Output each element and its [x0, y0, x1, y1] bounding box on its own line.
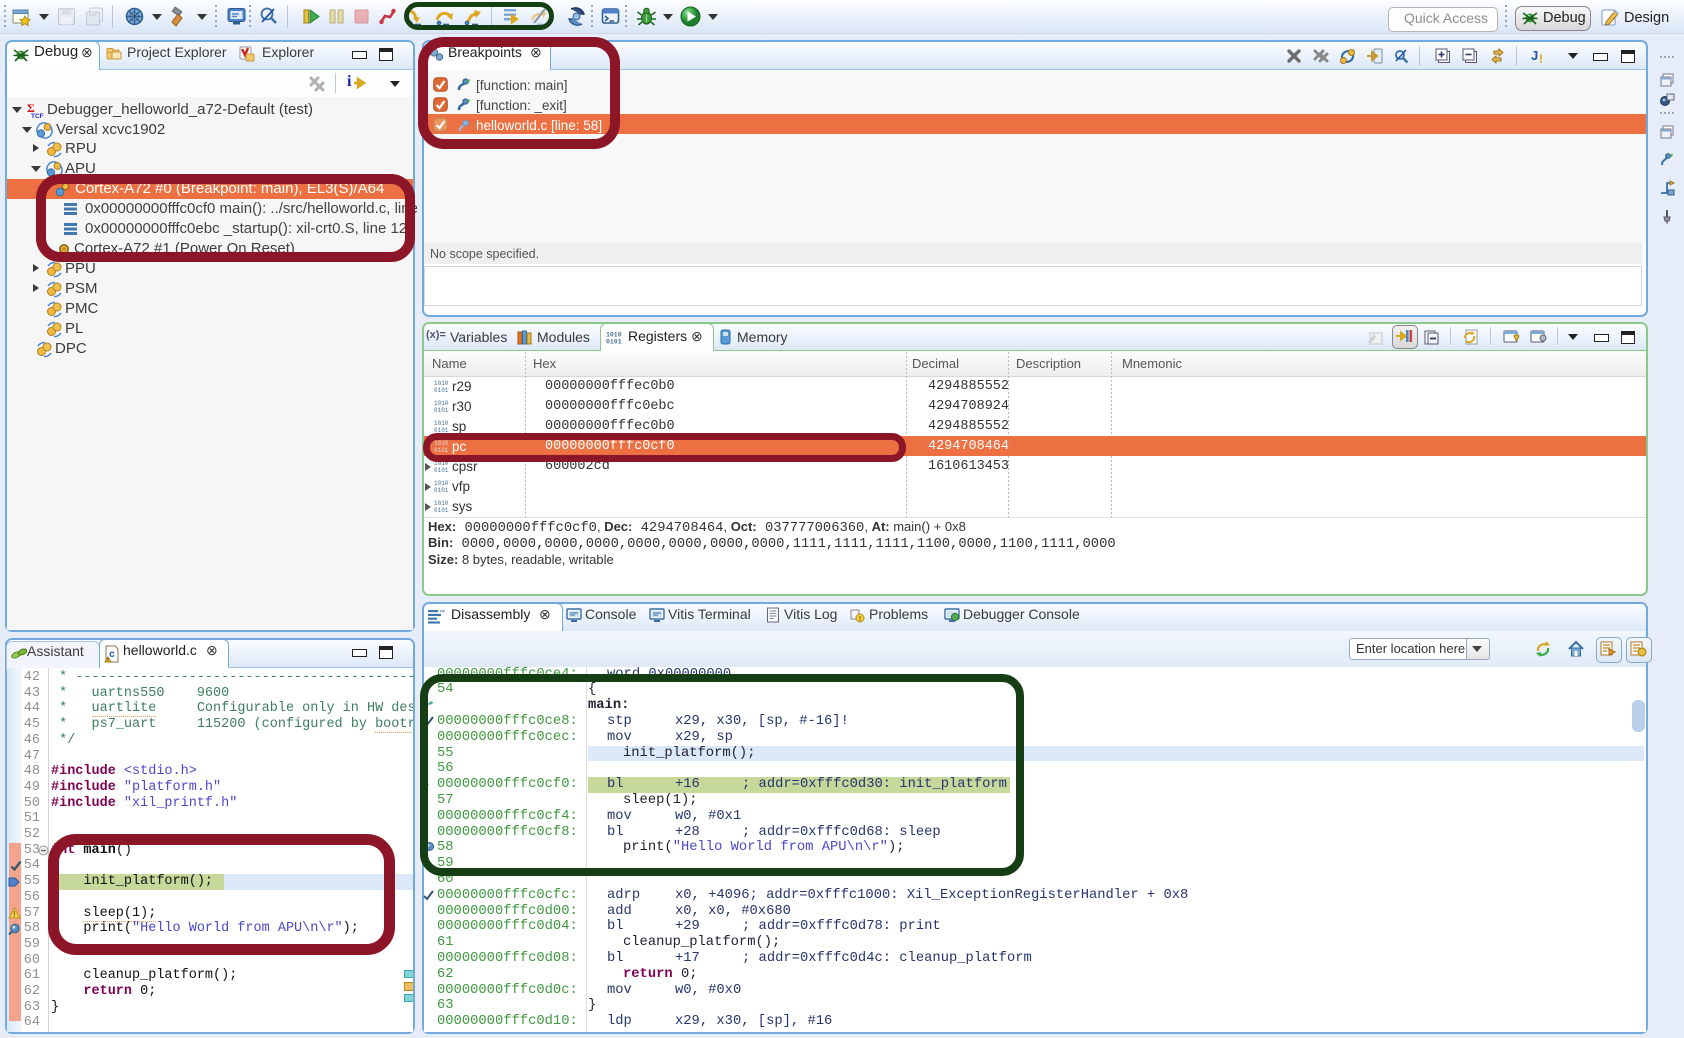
- svg-text:1010: 1010: [434, 420, 449, 427]
- svg-text:0101: 0101: [434, 507, 449, 514]
- svg-text:0101: 0101: [434, 487, 449, 494]
- svg-text:1010: 1010: [434, 440, 449, 447]
- svg-text:1010: 1010: [434, 380, 449, 387]
- svg-text:!: !: [1539, 52, 1543, 66]
- svg-text:0101: 0101: [434, 427, 449, 434]
- svg-text:1010: 1010: [434, 400, 449, 407]
- svg-text:!: !: [13, 910, 16, 919]
- svg-text:!: !: [859, 614, 862, 623]
- svg-text:0101: 0101: [606, 339, 622, 346]
- svg-text:1010: 1010: [434, 500, 449, 507]
- svg-text:TCF: TCF: [31, 113, 44, 120]
- svg-text:1010: 1010: [606, 332, 622, 339]
- svg-text:J: J: [1531, 48, 1538, 63]
- svg-text:1010: 1010: [434, 460, 449, 467]
- svg-text:!: !: [107, 658, 109, 664]
- svg-text:1010: 1010: [434, 480, 449, 487]
- svg-text:0101: 0101: [434, 407, 449, 414]
- svg-text:0101: 0101: [434, 447, 449, 454]
- svg-text:0101: 0101: [434, 467, 449, 474]
- svg-text:0101: 0101: [434, 387, 449, 394]
